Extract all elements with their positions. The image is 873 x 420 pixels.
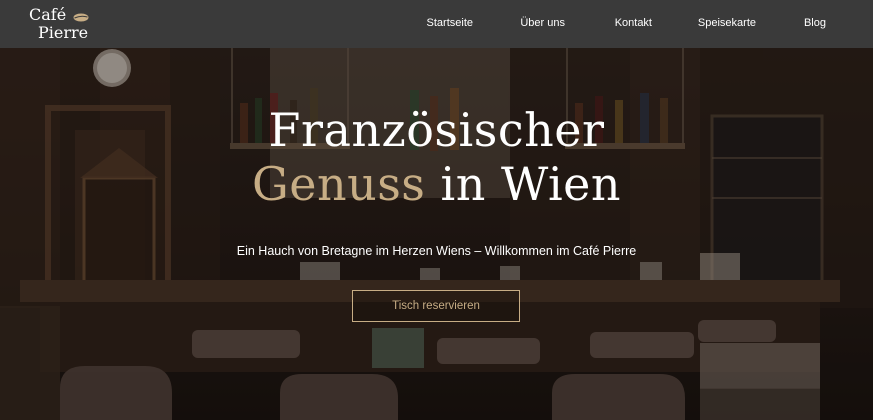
nav-link-startseite[interactable]: Startseite [427,17,473,29]
nav-link-speisekarte[interactable]: Speisekarte [698,17,756,29]
reserve-table-button[interactable]: Tisch reservieren [352,290,520,322]
hero-title-rest: in Wien [425,157,622,211]
nav-link-kontakt[interactable]: Kontakt [615,17,652,29]
top-navigation: Café Pierre Startseite Über uns Kontakt … [0,0,873,48]
hero-subtitle: Ein Hauch von Bretagne im Herzen Wiens –… [236,244,637,258]
coffee-bean-icon [73,13,89,22]
nav-link-blog[interactable]: Blog [804,17,826,29]
hero-content: Französischer Genuss in Wien Ein Hauch v… [0,48,873,420]
logo-text-line2: Pierre [38,23,89,42]
cafe-pierre-logo[interactable]: Café Pierre [29,6,99,44]
nav-link-ueber-uns[interactable]: Über uns [520,17,565,29]
hero-title-line1: Französischer [268,103,605,157]
hero-section: Französischer Genuss in Wien Ein Hauch v… [0,48,873,420]
hero-title-accent: Genuss [251,157,426,211]
logo-text-line1: Café [29,5,67,24]
hero-title-line2: Genuss in Wien [0,158,873,210]
